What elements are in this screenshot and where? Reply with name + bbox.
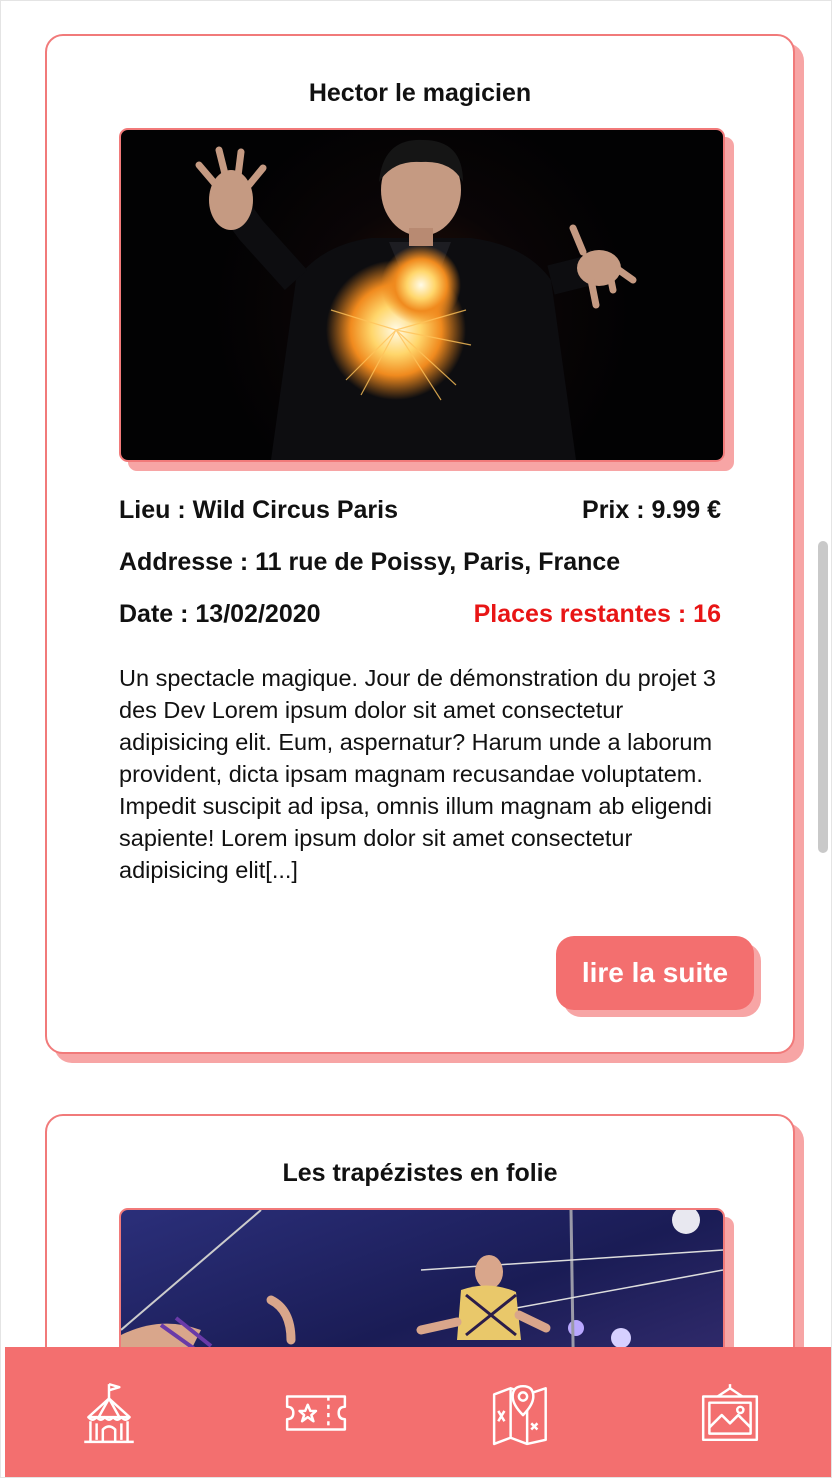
ticket-icon — [285, 1395, 346, 1431]
nav-tickets[interactable] — [271, 1368, 361, 1458]
show-photo — [119, 128, 725, 462]
show-card: Hector le magicien Lieu: Wild Circus Pa… — [45, 34, 795, 1054]
info-row-3: Date : 13/02/2020 Places restantes : 16 — [119, 600, 721, 629]
bottom-nav — [5, 1347, 831, 1477]
price-label: Prix : 9.99 € — [582, 496, 721, 524]
nav-map[interactable] — [478, 1368, 568, 1458]
scrollbar[interactable] — [818, 541, 828, 853]
circus-tent-icon — [83, 1382, 134, 1444]
show-description: Un spectacle magique. Jour de démonstrat… — [119, 665, 716, 883]
map-location-icon — [492, 1384, 547, 1446]
show-title: Hector le magicien — [308, 79, 532, 107]
address-label: Addresse : 11 rue de Poissy, Paris, Fran… — [119, 548, 621, 576]
magician-illustration — [195, 139, 637, 460]
framed-picture-icon — [701, 1384, 758, 1442]
show-title: Les trapézistes en folie — [282, 1159, 558, 1187]
info-row-2: Addresse : 11 rue de Poissy, Paris, Fran… — [119, 548, 721, 577]
remaining-seats-label: Places restantes : 16 — [473, 600, 721, 628]
nav-circus[interactable] — [64, 1368, 154, 1458]
read-more-button[interactable]: lire la suite — [556, 936, 754, 1010]
nav-gallery[interactable] — [685, 1368, 775, 1458]
app-frame: Hector le magicien Lieu: Wild Circus Pa… — [0, 0, 832, 1478]
venue-label: Lieu : Wild Circus Paris — [119, 496, 399, 524]
date-label: Date : 13/02/2020 — [119, 600, 321, 628]
info-row-1: Lieu : Wild Circus Paris Prix : 9.99 € — [119, 496, 721, 525]
